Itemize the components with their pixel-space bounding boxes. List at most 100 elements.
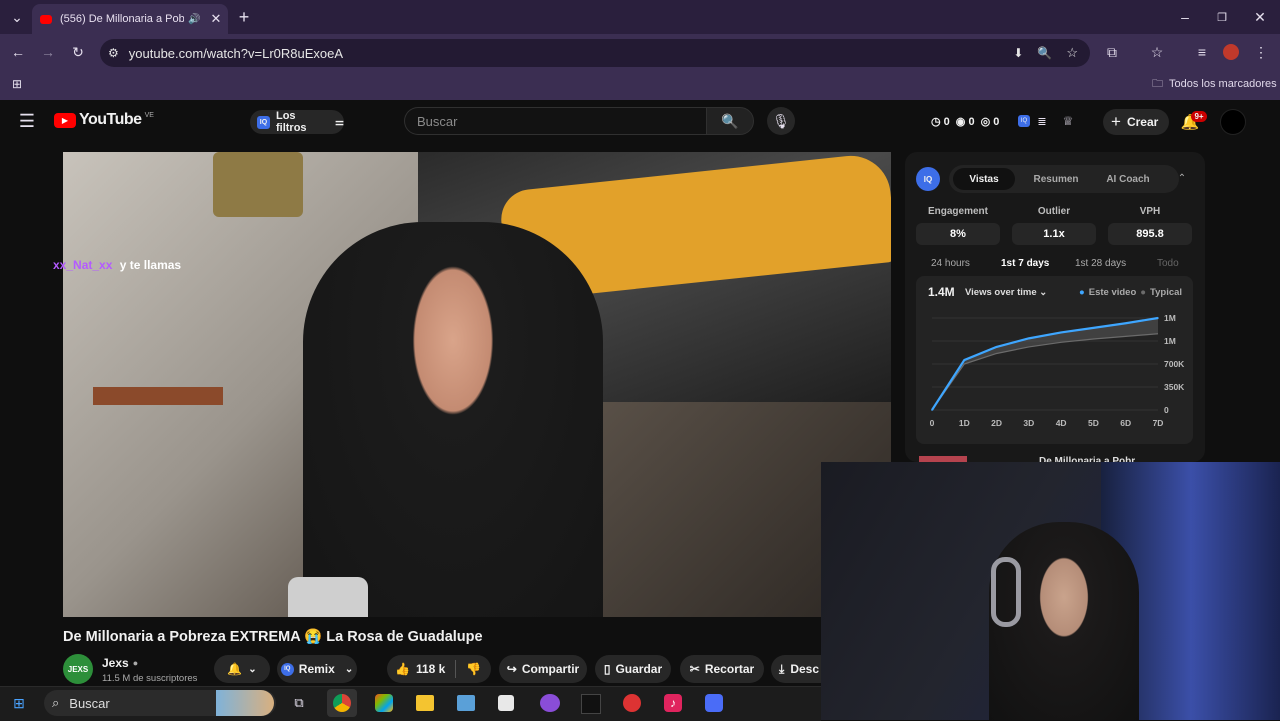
collapse-chevron-icon[interactable]: ⌃ bbox=[1175, 170, 1189, 186]
like-dislike-group: 👍 118 k 👎 bbox=[387, 655, 491, 683]
chat-message: y te llamas bbox=[119, 258, 182, 272]
eye-counter: ◉ 0 bbox=[955, 116, 975, 128]
channel-avatar[interactable]: JEXS bbox=[63, 654, 93, 684]
tab-vistas[interactable]: Vistas bbox=[953, 168, 1015, 190]
app-icon-2[interactable] bbox=[498, 695, 514, 711]
window-close-icon[interactable]: ✕ bbox=[1251, 7, 1269, 27]
series-typical-line bbox=[931, 333, 1159, 411]
clock-counter: ◷ 0 bbox=[931, 116, 950, 128]
browser-tab-active[interactable]: (556) De Millonaria a Pobre 🔊 ✕ bbox=[32, 4, 228, 34]
channel-name-row[interactable]: Jexs ● bbox=[102, 656, 138, 670]
series-este-video-point bbox=[1092, 327, 1095, 329]
download-button[interactable]: ⤓ Desc bbox=[771, 655, 821, 683]
save-icon: ▯ bbox=[603, 662, 611, 676]
audio-icon[interactable]: 🔊 bbox=[188, 14, 200, 25]
all-bookmarks-label: Todos los marcadores bbox=[1169, 78, 1277, 90]
share-button[interactable]: ↪ Compartir bbox=[499, 655, 587, 683]
x-tick-label: 7D bbox=[1153, 418, 1164, 428]
bookmark-star-icon[interactable]: ☆ bbox=[1066, 45, 1078, 61]
series-este-video-point bbox=[931, 409, 933, 411]
media-control-icon[interactable]: ≡ bbox=[1192, 42, 1212, 62]
site-info-icon[interactable]: ⚙ bbox=[108, 46, 119, 60]
url-text: youtube.com/watch?v=Lr0R8uExoeA bbox=[128, 45, 344, 61]
download-icon: ⤓ bbox=[779, 661, 785, 676]
tab-close-icon[interactable]: ✕ bbox=[210, 11, 221, 27]
x-tick-label: 5D bbox=[1088, 418, 1099, 428]
subscribed-button[interactable]: 🔔 ⌄ bbox=[214, 655, 270, 683]
remix-button[interactable]: IQ Remix ⌄ bbox=[277, 655, 357, 683]
favorites-icon[interactable]: ☆ bbox=[1147, 42, 1167, 62]
chat-overlay: xx_Nat_xx y te llamas bbox=[53, 258, 181, 272]
minimize-icon[interactable]: – bbox=[1176, 7, 1194, 27]
maximize-icon[interactable]: ❐ bbox=[1213, 7, 1231, 27]
app-icon-5[interactable] bbox=[705, 694, 723, 712]
dislike-icon[interactable]: 👎 bbox=[466, 662, 481, 676]
remix-chevron-icon: ⌄ bbox=[344, 663, 354, 675]
video-title: De Millonaria a Pobreza EXTREMA 😭 La Ros… bbox=[63, 629, 483, 645]
like-icon[interactable]: 👍 bbox=[395, 662, 410, 676]
address-bar[interactable]: ⚙ youtube.com/watch?v=Lr0R8uExoeA ⬇ 🔍 ☆ bbox=[100, 39, 1090, 67]
headphone-left bbox=[991, 557, 1021, 627]
forward-icon[interactable]: → bbox=[38, 42, 58, 62]
tab-search-icon[interactable]: ⌄ bbox=[6, 7, 28, 27]
search-button[interactable]: 🔍 bbox=[706, 107, 754, 135]
new-tab-icon[interactable]: + bbox=[234, 7, 254, 27]
profile-avatar[interactable] bbox=[1223, 44, 1239, 60]
person-silhouette bbox=[303, 222, 603, 617]
install-icon[interactable]: ⬇ bbox=[1013, 46, 1023, 60]
gold-play-button-award bbox=[213, 152, 303, 217]
filters-button[interactable]: IQ Los filtros ⚌ bbox=[250, 110, 344, 134]
range-28d[interactable]: 1st 28 days bbox=[1075, 258, 1126, 269]
file-explorer-icon[interactable] bbox=[416, 695, 434, 711]
extensions-icon[interactable]: ⧉ bbox=[1102, 42, 1122, 62]
browser-menu-icon[interactable]: ⋮ bbox=[1252, 42, 1270, 62]
microphone bbox=[288, 577, 368, 617]
save-button[interactable]: ▯ Guardar bbox=[595, 655, 671, 683]
zoom-icon[interactable]: 🔍 bbox=[1037, 46, 1052, 60]
windows-start-icon[interactable]: ⊞ bbox=[10, 694, 28, 712]
remix-label: Remix bbox=[298, 662, 335, 676]
range-all[interactable]: Todo bbox=[1157, 258, 1179, 269]
video-player[interactable] bbox=[63, 152, 891, 617]
task-view-icon[interactable]: ⧉ bbox=[290, 694, 308, 712]
copilot-icon[interactable] bbox=[375, 694, 393, 712]
chrome-taskbar-active[interactable] bbox=[327, 689, 357, 717]
series-este-video-point bbox=[1124, 322, 1127, 325]
clip-button[interactable]: ✂ Recortar bbox=[680, 655, 764, 683]
x-tick-label: 2D bbox=[991, 418, 1002, 428]
tab-resumen[interactable]: Resumen bbox=[1025, 168, 1087, 190]
menu-icon[interactable]: ☰ bbox=[17, 111, 37, 131]
notification-badge: 9+ bbox=[1191, 111, 1207, 122]
account-avatar[interactable] bbox=[1220, 109, 1246, 135]
like-count[interactable]: 118 k bbox=[416, 662, 445, 676]
search-input[interactable]: Buscar bbox=[404, 107, 706, 135]
app-icon-1[interactable] bbox=[457, 695, 475, 711]
voice-search-icon[interactable]: 🎙 bbox=[767, 107, 795, 135]
webcam-overlay bbox=[821, 462, 1280, 720]
chart-card: 1.4M Views over time ⌄ ● Este video ● Typi… bbox=[916, 276, 1193, 444]
trophy-icon[interactable]: ♕ bbox=[1061, 113, 1075, 129]
y-tick-label: 0 bbox=[1164, 405, 1169, 415]
create-button[interactable]: + Crear bbox=[1103, 109, 1169, 135]
back-icon[interactable]: ← bbox=[8, 42, 28, 62]
youtube-logo[interactable]: ▶ YouTube VE bbox=[54, 111, 154, 129]
x-tick-label: 6D bbox=[1120, 418, 1131, 428]
range-7d[interactable]: 1st 7 days bbox=[1001, 258, 1049, 269]
reload-icon[interactable]: ↻ bbox=[68, 42, 88, 62]
all-bookmarks[interactable]: 🗀 Todos los marcadores bbox=[1152, 76, 1277, 92]
chrome-icon bbox=[333, 694, 351, 712]
app-icon-3[interactable] bbox=[540, 694, 560, 712]
plus-icon: + bbox=[1111, 112, 1121, 131]
list-icon[interactable]: ≣ bbox=[1035, 113, 1049, 129]
range-24h[interactable]: 24 hours bbox=[931, 258, 970, 269]
series-este-video-point bbox=[995, 346, 998, 348]
channel-name: Jexs bbox=[102, 656, 129, 670]
iq-toolbar-icon[interactable]: IQ bbox=[1018, 115, 1030, 127]
stat-label-outlier: Outlier bbox=[1037, 206, 1071, 217]
app-icon-4[interactable] bbox=[581, 694, 601, 714]
taskbar-search[interactable]: ⌕ Buscar bbox=[44, 690, 276, 716]
tiktok-icon[interactable]: ♪ bbox=[664, 694, 682, 712]
obs-icon[interactable] bbox=[623, 694, 641, 712]
apps-icon[interactable]: ⊞ bbox=[8, 75, 26, 93]
tab-ai-coach[interactable]: AI Coach bbox=[1097, 168, 1159, 190]
